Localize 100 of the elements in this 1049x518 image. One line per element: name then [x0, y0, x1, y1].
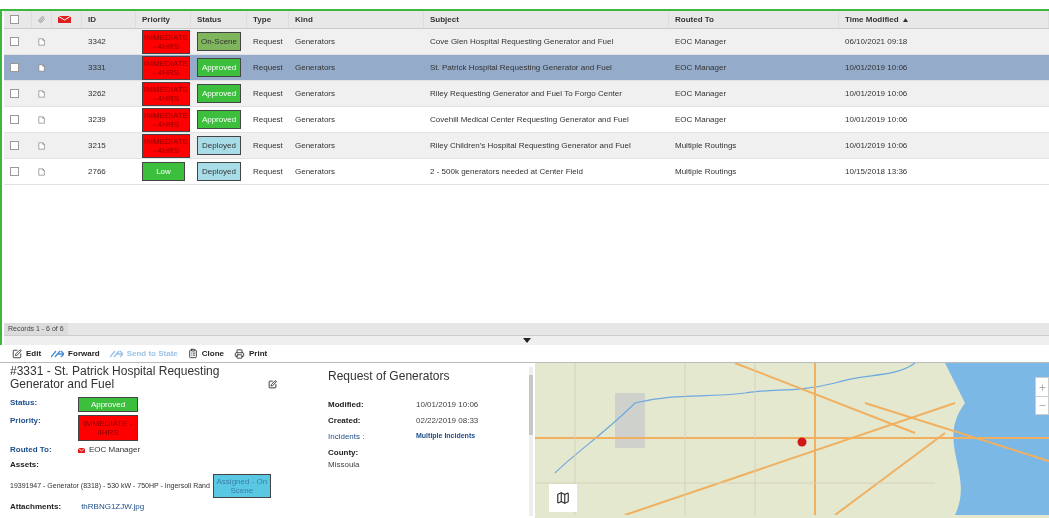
- table-cell: Generators: [295, 35, 336, 48]
- priority-badge: IMMEDIATE - 4HRS: [142, 55, 190, 80]
- status-badge: Approved: [197, 110, 241, 129]
- section-heading: Request of Generators: [328, 368, 451, 385]
- column-header[interactable]: Type: [253, 13, 272, 26]
- table-cell: Generators: [295, 165, 336, 178]
- document-icon: [38, 36, 46, 47]
- table-cell: Generators: [295, 113, 336, 126]
- table-cell: Request: [253, 165, 283, 178]
- table-cell: Request: [253, 139, 283, 152]
- field-value: EOC Manager: [89, 444, 141, 456]
- field-label: Created:: [328, 415, 362, 427]
- table-cell: 10/15/2018 13:36: [845, 165, 908, 178]
- checkbox[interactable]: [10, 37, 19, 46]
- table-cell: Request: [253, 113, 283, 126]
- document-icon: [38, 114, 46, 125]
- priority-badge: IMMEDIATE - 4HRS: [142, 133, 190, 158]
- table-cell: 3262: [88, 87, 106, 100]
- table-cell: 10/01/2019 10:06: [845, 87, 908, 100]
- table-cell: Request: [253, 87, 283, 100]
- priority-badge: IMMEDIATE - 4HRS: [142, 29, 190, 54]
- double-arrow-icon: [51, 349, 65, 358]
- table-cell: Generators: [295, 61, 336, 74]
- table-cell: 10/01/2019 10:06: [845, 113, 908, 126]
- table-cell: 10/01/2019 10:06: [845, 61, 908, 74]
- column-header[interactable]: ID: [88, 13, 96, 26]
- attachment-link[interactable]: thRBNG1ZJW.jpg: [81, 501, 145, 513]
- checkbox[interactable]: [10, 141, 19, 150]
- status-badge: Approved: [197, 58, 241, 77]
- sort-caret-icon: [902, 17, 908, 22]
- table-row[interactable]: 3342 IMMEDIATE - 4HRS On-Scene Request Generators Cove Glen Hospital Requesting Generator and Fuel EOC Manager 06/10/2021 09:18: [4, 29, 1049, 55]
- checkbox[interactable]: [10, 15, 19, 24]
- request-title: #3331 - St. Patrick Hospital Requesting Generator and Fuel: [10, 365, 221, 391]
- checkbox[interactable]: [10, 167, 19, 176]
- field-label: Routed To:: [10, 444, 53, 456]
- toolbar-button[interactable]: Edit: [12, 347, 42, 360]
- toolbar-button[interactable]: Clone: [187, 347, 225, 360]
- asset-status-badge: Assigned - On Scene: [212, 474, 271, 498]
- column-header[interactable]: Subject: [430, 13, 459, 26]
- map-layers-button[interactable]: [549, 484, 577, 512]
- table-cell: Generators: [295, 139, 336, 152]
- printer-icon: [234, 348, 246, 359]
- table-cell: Cove Glen Hospital Requesting Generator and Fuel: [430, 35, 614, 48]
- column-header[interactable]: Status: [197, 13, 222, 26]
- toolbar-button[interactable]: Forward: [51, 347, 100, 360]
- edit-icon[interactable]: [268, 380, 277, 389]
- priority-badge: IMMEDIATE - 4HRS: [142, 107, 190, 132]
- document-icon: [38, 166, 46, 177]
- field-label: Assets:: [10, 459, 40, 471]
- priority-badge: Low: [142, 162, 185, 181]
- table-row[interactable]: 3262 IMMEDIATE - 4HRS Approved Request Generators Riley Requesting Generator and Fuel To Forgo Center EOC Manager 10/01/2019 10:06: [4, 81, 1049, 107]
- column-header[interactable]: Kind: [295, 13, 313, 26]
- status-badge: On-Scene: [197, 32, 241, 51]
- table-cell: 06/10/2021 09:18: [845, 35, 908, 48]
- status-badge: Deployed: [197, 162, 241, 181]
- priority-badge: IMMEDIATE - 4HRS: [78, 415, 138, 441]
- table-row[interactable]: 2766 Low Deployed Request Generators 2 - 500k generators needed at Center Field Multiple Routings 10/15/2018 13:36: [4, 159, 1049, 185]
- priority-badge: IMMEDIATE - 4HRS: [142, 81, 190, 106]
- table-cell: 2766: [88, 165, 106, 178]
- checkbox[interactable]: [10, 115, 19, 124]
- checkbox[interactable]: [10, 89, 19, 98]
- table-cell: 3331: [88, 61, 106, 74]
- column-header[interactable]: Routed To: [675, 13, 714, 26]
- status-badge: Approved: [197, 84, 241, 103]
- field-label: Attachments:: [10, 501, 62, 513]
- table-row[interactable]: 3239 IMMEDIATE - 4HRS Approved Request Generators Covehill Medical Center Requesting Generator and Fuel EOC Manager 10/01/2019 10:06: [4, 107, 1049, 133]
- table-cell: St. Patrick Hospital Requesting Generator and Fuel: [430, 61, 612, 74]
- table-cell: Riley Requesting Generator and Fuel To Forgo Center: [430, 87, 622, 100]
- document-icon: [38, 62, 46, 73]
- table-cell: Multiple Routings: [675, 139, 737, 152]
- table-cell: Request: [253, 35, 283, 48]
- column-header[interactable]: Time Modified: [845, 13, 899, 26]
- table-cell: Riley Children's Hospital Requesting Generator and Fuel: [430, 139, 631, 152]
- table-row[interactable]: 3215 IMMEDIATE - 4HRS Deployed Request Generators Riley Children's Hospital Requesting Generator and Fuel Multiple Routings 10/01/2019 10:06: [4, 133, 1049, 159]
- column-header[interactable]: Priority: [142, 13, 170, 26]
- table-cell: Multiple Routings: [675, 165, 737, 178]
- status-badge: Approved: [78, 397, 138, 412]
- table-cell: Generators: [295, 87, 336, 100]
- field-label: Status:: [10, 397, 39, 409]
- map-marker-icon: [797, 437, 807, 447]
- field-label: Modified:: [328, 399, 365, 411]
- table-cell: EOC Manager: [675, 61, 727, 74]
- plus-icon: [1037, 382, 1047, 392]
- checkbox[interactable]: [10, 63, 19, 72]
- edit-icon: [12, 348, 22, 359]
- toolbar-button[interactable]: Print: [234, 347, 268, 360]
- field-label: Incidents :: [328, 431, 366, 443]
- collapse-arrow-icon: [522, 338, 531, 343]
- table-cell: EOC Manager: [675, 87, 727, 100]
- scrollbar[interactable]: [529, 367, 533, 516]
- table-cell: EOC Manager: [675, 113, 727, 126]
- document-icon: [38, 88, 46, 99]
- field-label: Priority:: [10, 415, 42, 427]
- table-cell: EOC Manager: [675, 35, 727, 48]
- field-label: County:: [328, 447, 360, 459]
- table-cell: 2 - 500k generators needed at Center Field: [430, 165, 583, 178]
- table-cell: 3215: [88, 139, 106, 152]
- field-value: Missoula: [328, 459, 361, 471]
- table-row[interactable]: 3331 IMMEDIATE - 4HRS Approved Request Generators St. Patrick Hospital Requesting Generator and Fuel EOC Manager 10/01/2019 10:06: [4, 55, 1049, 81]
- paperclip-icon: [38, 15, 45, 24]
